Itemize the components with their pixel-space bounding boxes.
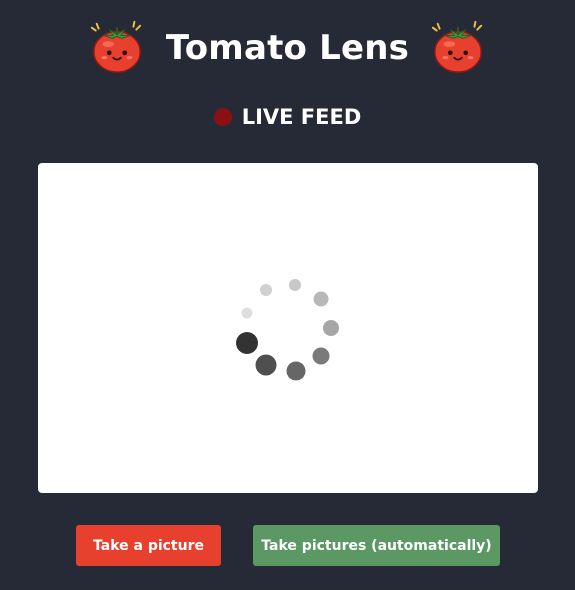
tomato-face-icon bbox=[432, 20, 483, 73]
take-pictures-auto-button[interactable]: Take pictures (automatically) bbox=[253, 525, 500, 566]
tomato-face-icon bbox=[90, 20, 142, 73]
take-picture-button[interactable]: Take a picture bbox=[76, 525, 221, 566]
camera-feed-view bbox=[38, 163, 538, 493]
app-title: Tomato Lens bbox=[165, 28, 410, 68]
app-header: Tomato Lens bbox=[0, 16, 575, 78]
live-status-dot bbox=[213, 108, 232, 126]
loading-spinner-icon bbox=[236, 279, 339, 381]
live-feed-indicator: LIVE FEED bbox=[0, 102, 575, 132]
live-feed-label: LIVE FEED bbox=[241, 104, 362, 129]
